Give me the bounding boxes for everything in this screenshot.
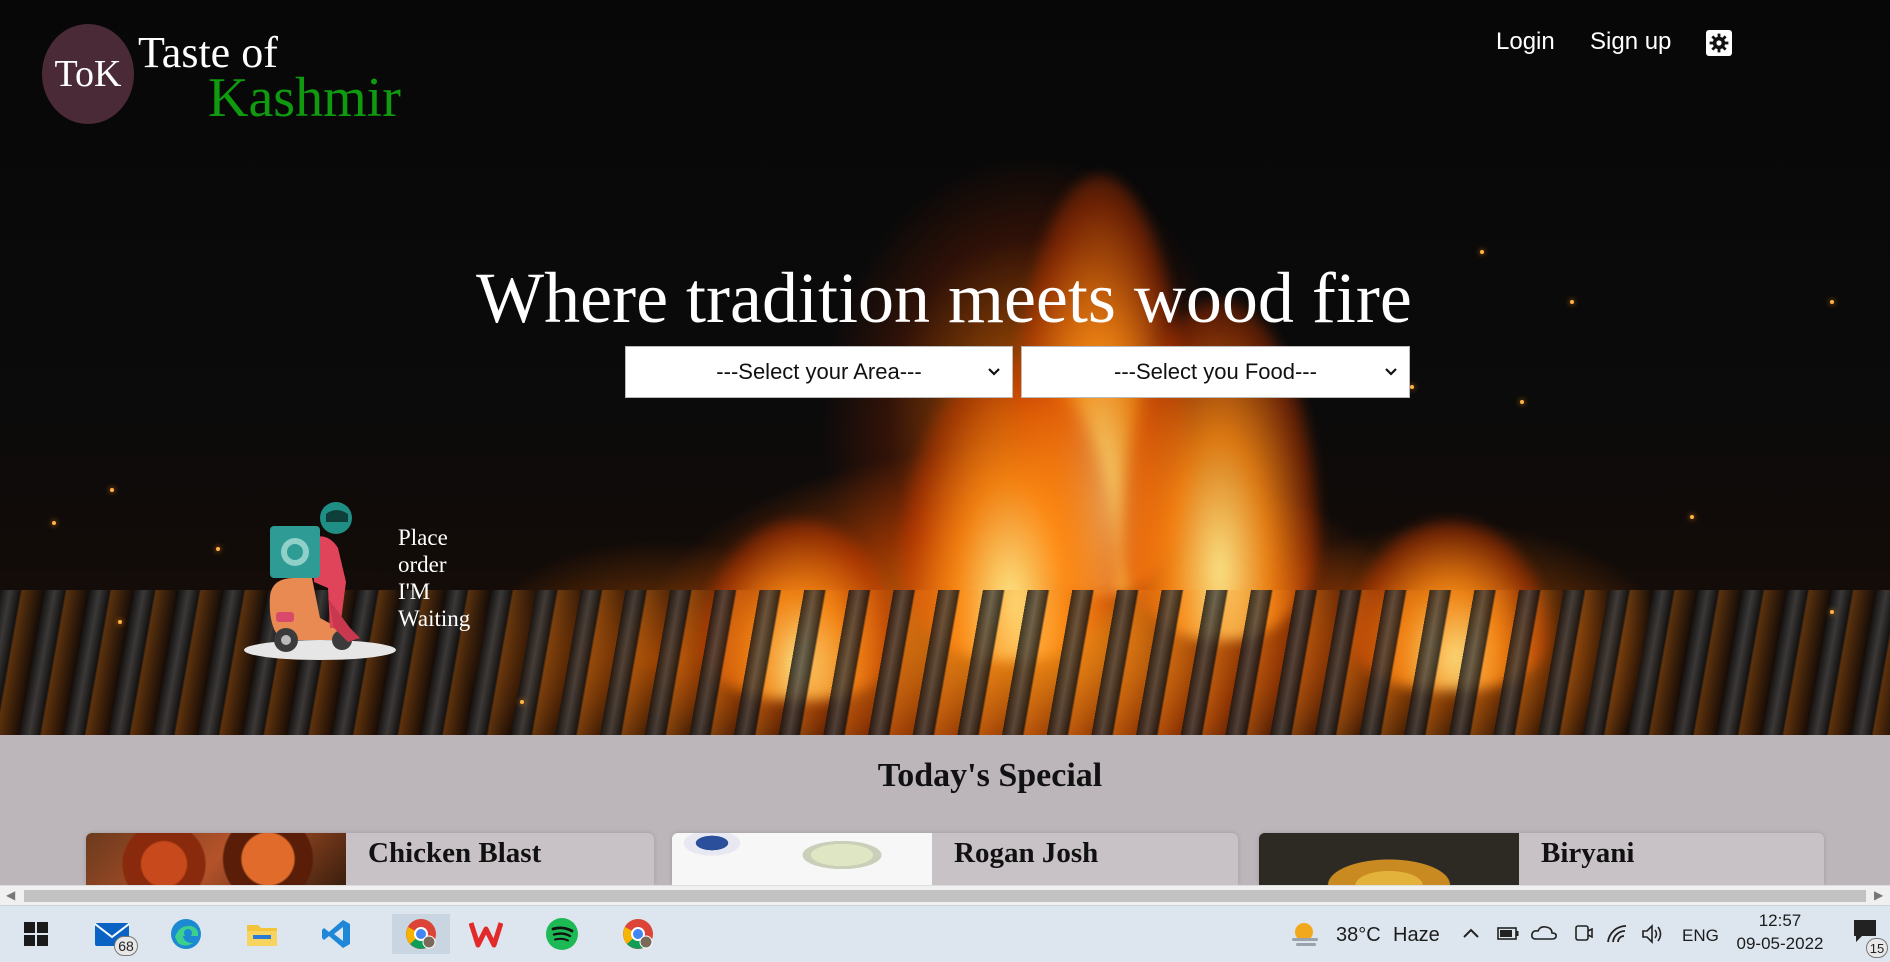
spark-decoration (1830, 610, 1834, 614)
spark-decoration (118, 620, 122, 624)
spark-decoration (216, 547, 220, 551)
spark-decoration (520, 700, 524, 704)
gear-icon (1709, 33, 1729, 53)
horizontal-scrollbar[interactable]: ◀ ▶ (0, 885, 1890, 905)
settings-button[interactable] (1706, 30, 1732, 56)
chrome-profile-button[interactable] (618, 914, 658, 954)
delivery-label-line: I'M (398, 579, 431, 604)
spark-decoration (1690, 515, 1694, 519)
onedrive-cloud-icon[interactable] (1530, 924, 1558, 942)
food-select-value: ---Select you Food--- (1114, 359, 1317, 384)
windows-logo-icon (24, 922, 48, 946)
chevron-down-icon (1385, 368, 1397, 376)
chrome-icon (623, 919, 653, 949)
mail-unread-badge: 68 (114, 936, 138, 956)
chrome-app-button-active[interactable] (392, 914, 450, 954)
delivery-label-line: order (398, 552, 447, 577)
wps-office-button[interactable] (466, 914, 506, 954)
vscode-app-button[interactable] (316, 914, 356, 954)
section-title: Today's Special (877, 757, 1103, 794)
special-card-rogan-josh[interactable]: Rogan Josh (672, 833, 1238, 885)
notification-center-button[interactable]: 15 (1852, 918, 1888, 958)
food-image (1259, 833, 1519, 885)
wps-icon (469, 922, 503, 948)
folder-icon (247, 925, 277, 946)
windows-taskbar: 68 38°C Haze ENG 12:57 09-05-2022 15 (0, 905, 1890, 962)
edge-app-button[interactable] (166, 914, 206, 954)
clock[interactable]: 12:57 09-05-2022 (1730, 910, 1830, 956)
card-title: Rogan Josh (954, 837, 1099, 869)
chrome-icon (406, 919, 436, 949)
weather-condition[interactable]: Haze (1393, 924, 1440, 947)
signup-link[interactable]: Sign up (1590, 28, 1671, 56)
food-select[interactable]: ---Select you Food--- (1021, 346, 1410, 398)
delivery-label-line: Waiting (398, 606, 471, 631)
wifi-icon[interactable] (1606, 924, 1630, 944)
spotify-icon (546, 918, 578, 950)
logo-badge[interactable]: ToK (42, 24, 134, 124)
edge-icon (171, 919, 201, 949)
volume-icon[interactable] (1640, 923, 1664, 945)
spark-decoration (110, 488, 114, 492)
spark-decoration (1480, 250, 1484, 254)
delivery-label[interactable]: Place order I'M Waiting (398, 524, 470, 632)
chevron-up-icon[interactable] (1462, 926, 1480, 940)
mail-app-button[interactable]: 68 (92, 914, 138, 956)
hero-headline: Where tradition meets wood fire (476, 258, 1412, 338)
special-card-biryani[interactable]: Biryani (1259, 833, 1824, 885)
login-link[interactable]: Login (1496, 28, 1555, 56)
scroll-right-icon[interactable]: ▶ (1874, 888, 1883, 902)
delivery-scooter-icon[interactable] (242, 478, 402, 663)
food-image (86, 833, 346, 885)
clock-date: 09-05-2022 (1736, 934, 1824, 953)
spark-decoration (52, 521, 56, 525)
delivery-label-line: Place (398, 525, 448, 550)
todays-special-section: Today's Special Chicken Blast Rogan Josh… (0, 735, 1890, 885)
spotify-app-button[interactable] (542, 914, 582, 954)
meet-now-icon[interactable] (1572, 923, 1594, 945)
chevron-down-icon (988, 368, 1000, 376)
weather-temp[interactable]: 38°C (1336, 924, 1381, 947)
input-language[interactable]: ENG (1682, 926, 1719, 946)
spark-decoration (1410, 385, 1414, 389)
scrollbar-thumb[interactable] (24, 890, 1866, 902)
clock-time: 12:57 (1758, 911, 1802, 930)
hero-banner: ToK Taste of Kashmir Login Sign up Where… (0, 0, 1890, 735)
battery-icon[interactable] (1496, 924, 1520, 942)
card-title: Chicken Blast (368, 837, 542, 869)
food-image (672, 833, 932, 885)
logo-title-line2: Kashmir (208, 67, 401, 129)
card-title: Biryani (1541, 837, 1635, 869)
scroll-left-icon[interactable]: ◀ (6, 888, 15, 902)
vscode-icon (322, 920, 350, 948)
logo-initials: ToK (54, 53, 122, 95)
weather-haze-icon[interactable] (1288, 920, 1322, 948)
spark-decoration (1520, 400, 1524, 404)
area-select-value: ---Select your Area--- (716, 359, 922, 384)
area-select[interactable]: ---Select your Area--- (625, 346, 1013, 398)
special-card-chicken-blast[interactable]: Chicken Blast (86, 833, 654, 885)
notification-count-badge: 15 (1866, 938, 1888, 958)
start-button[interactable] (16, 914, 56, 954)
file-explorer-button[interactable] (242, 914, 282, 954)
